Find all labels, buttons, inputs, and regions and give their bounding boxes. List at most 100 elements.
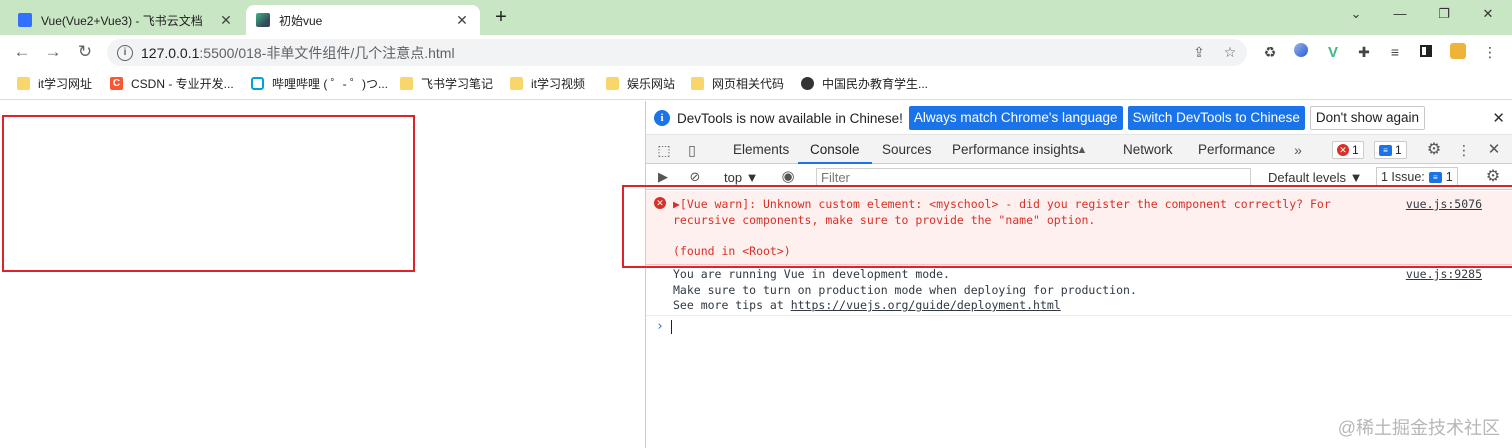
inspect-element-icon[interactable]: ⬚ — [654, 140, 674, 160]
watermark: @稀土掘金技术社区 — [1337, 418, 1500, 438]
console-settings-gear-icon[interactable]: ⚙ — [1484, 168, 1502, 186]
flask-icon: ▲ — [1076, 144, 1088, 156]
folder-icon — [400, 77, 413, 90]
warning-text-line-3: (found in <Root>) — [673, 244, 791, 258]
new-tab-button[interactable]: + — [488, 7, 514, 29]
source-link[interactable]: vue.js:9285 — [1406, 267, 1482, 283]
issues-badge[interactable]: 1 Issue: ≡ 1 — [1376, 167, 1458, 187]
console-warning-message[interactable]: ✕ ▶[Vue warn]: Unknown custom element: <… — [646, 191, 1512, 265]
bookmark-item[interactable]: 中国民办教育学生... — [801, 75, 928, 92]
tab-elements[interactable]: Elements — [733, 135, 789, 164]
folder-icon — [691, 77, 704, 90]
sidebar-toggle-icon[interactable]: ▶ — [654, 168, 672, 186]
bookmark-item[interactable]: it学习视频 — [510, 75, 585, 92]
profile-avatar-icon[interactable] — [1449, 43, 1467, 61]
log-levels-dropdown[interactable]: Default levels ▼ — [1268, 170, 1363, 185]
maximize-button[interactable]: ❐ — [1424, 6, 1464, 26]
dont-show-again-button[interactable]: Don't show again — [1309, 106, 1426, 130]
console-prompt-icon: › — [656, 319, 664, 334]
clear-console-icon[interactable]: ⊘ — [686, 168, 704, 186]
bookmark-item[interactable]: C CSDN - 专业开发... — [110, 75, 234, 92]
warning-text-line-1: ▶[Vue warn]: Unknown custom element: <my… — [673, 197, 1331, 211]
context-selector[interactable]: top ▼ — [724, 170, 759, 185]
close-infobar-icon[interactable]: ✕ — [1492, 109, 1505, 127]
message-count-badge[interactable]: ≡ 1 — [1374, 141, 1407, 159]
message-icon: ≡ — [1379, 144, 1392, 156]
extensions-puzzle-icon[interactable]: ✚ — [1355, 43, 1373, 61]
tab-feishu-doc[interactable]: Vue(Vue2+Vue3) - 飞书云文档 ✕ — [8, 5, 244, 35]
live-expression-eye-icon[interactable]: ◉ — [779, 168, 797, 186]
bookmark-item[interactable]: 飞书学习笔记 — [400, 75, 493, 92]
bookmark-label: 中国民办教育学生... — [822, 77, 929, 91]
devtools-tab-bar: ⬚ ▯ Elements Console Sources Performance… — [646, 134, 1512, 164]
tab-sources[interactable]: Sources — [882, 135, 932, 164]
page-viewport — [0, 101, 645, 448]
bookmark-label: CSDN - 专业开发... — [131, 77, 234, 91]
devtools-menu-icon[interactable]: ⋮ — [1454, 140, 1474, 160]
bookmark-label: 娱乐网站 — [627, 77, 676, 91]
info-text-line-3: See more tips at https://vuejs.org/guide… — [673, 298, 1061, 314]
error-count: 1 — [1352, 143, 1359, 157]
tab-console[interactable]: Console — [798, 135, 872, 164]
infobar-message: DevTools is now available in Chinese! — [677, 110, 903, 126]
bookmark-item[interactable]: it学习网址 — [17, 75, 92, 92]
forward-button[interactable]: → — [41, 40, 65, 64]
bookmark-label: 飞书学习笔记 — [421, 77, 494, 91]
switch-language-button[interactable]: Switch DevTools to Chinese — [1127, 106, 1305, 130]
folder-icon — [17, 77, 30, 90]
folder-icon — [510, 77, 523, 90]
bookmark-item[interactable]: 网页相关代码 — [691, 75, 784, 92]
language-infobar: i DevTools is now available in Chinese! … — [646, 103, 1512, 133]
media-control-icon[interactable]: ≡ — [1386, 43, 1404, 61]
settings-gear-icon[interactable]: ⚙ — [1424, 140, 1444, 160]
close-window-button[interactable]: ✕ — [1468, 6, 1508, 26]
chrome-menu-icon[interactable]: ⋮ — [1481, 43, 1499, 61]
more-tabs-icon[interactable]: » — [1288, 140, 1308, 160]
issues-count: 1 — [1445, 170, 1453, 184]
share-icon[interactable]: ⇪ — [1190, 43, 1208, 61]
tab-init-vue[interactable]: 初始vue ✕ — [246, 5, 480, 35]
side-panel-icon[interactable] — [1417, 43, 1435, 61]
vue-devtools-extension-icon[interactable]: V — [1324, 43, 1342, 61]
bookmarks-bar: it学习网址 C CSDN - 专业开发... 哔哩哔哩 ( ゜- ゜)つ...… — [0, 68, 1512, 100]
address-bar[interactable]: i 127.0.0.1:5500/018-非单文件组件/几个注意点.html — [107, 39, 1247, 66]
bookmark-label: it学习视频 — [531, 77, 586, 91]
back-button[interactable]: ← — [10, 40, 34, 64]
close-devtools-icon[interactable]: ✕ — [1484, 140, 1504, 160]
close-tab-icon[interactable]: ✕ — [454, 12, 470, 29]
close-tab-icon[interactable]: ✕ — [218, 12, 234, 29]
url-text[interactable]: 127.0.0.1:5500/018-非单文件组件/几个注意点.html — [141, 43, 455, 63]
console-input-cursor[interactable] — [671, 320, 672, 334]
tab-performance[interactable]: Performance — [1198, 135, 1275, 164]
bookmark-label: 哔哩哔哩 ( ゜- ゜)つ... — [272, 77, 388, 91]
deployment-guide-link[interactable]: https://vuejs.org/guide/deployment.html — [791, 298, 1061, 312]
device-toolbar-icon[interactable]: ▯ — [682, 140, 702, 160]
issues-label: 1 Issue: — [1381, 170, 1425, 184]
tab-search-icon[interactable]: ⌄ — [1336, 6, 1376, 26]
csdn-icon: C — [110, 77, 123, 90]
info-prefix: See more tips at — [673, 298, 791, 312]
tab-network[interactable]: Network — [1123, 135, 1173, 164]
minimize-button[interactable]: — — [1380, 6, 1420, 26]
edge-extension-icon[interactable] — [1292, 43, 1310, 61]
devtools-panel: i DevTools is now available in Chinese! … — [622, 101, 1512, 448]
recycle-extension-icon[interactable]: ♻ — [1261, 43, 1279, 61]
console-filter-input[interactable]: Filter — [816, 168, 1251, 187]
info-icon: i — [654, 110, 670, 126]
info-text-line-1: You are running Vue in development mode. — [673, 267, 950, 281]
bookmark-star-icon[interactable]: ☆ — [1221, 43, 1239, 61]
source-link[interactable]: vue.js:5076 — [1406, 197, 1482, 213]
reload-button[interactable]: ↻ — [73, 40, 97, 64]
annotation-box — [2, 115, 415, 272]
browser-toolbar: ← → ↻ i 127.0.0.1:5500/018-非单文件组件/几个注意点.… — [0, 35, 1512, 68]
site-info-icon[interactable]: i — [117, 44, 133, 61]
console-toolbar: ▶ ⊘ top ▼ ◉ Filter Default levels ▼ 1 Is… — [646, 165, 1512, 190]
tab-performance-insights[interactable]: Performance insights — [952, 135, 1079, 164]
error-count-badge[interactable]: ✕ 1 — [1332, 141, 1364, 159]
bookmark-item[interactable]: 娱乐网站 — [606, 75, 675, 92]
bookmark-item[interactable]: 哔哩哔哩 ( ゜- ゜)つ... — [251, 75, 388, 92]
match-language-button[interactable]: Always match Chrome's language — [908, 106, 1123, 130]
globe-icon — [801, 77, 814, 90]
issue-icon: ≡ — [1428, 171, 1442, 183]
bookmark-label: 网页相关代码 — [712, 77, 785, 91]
